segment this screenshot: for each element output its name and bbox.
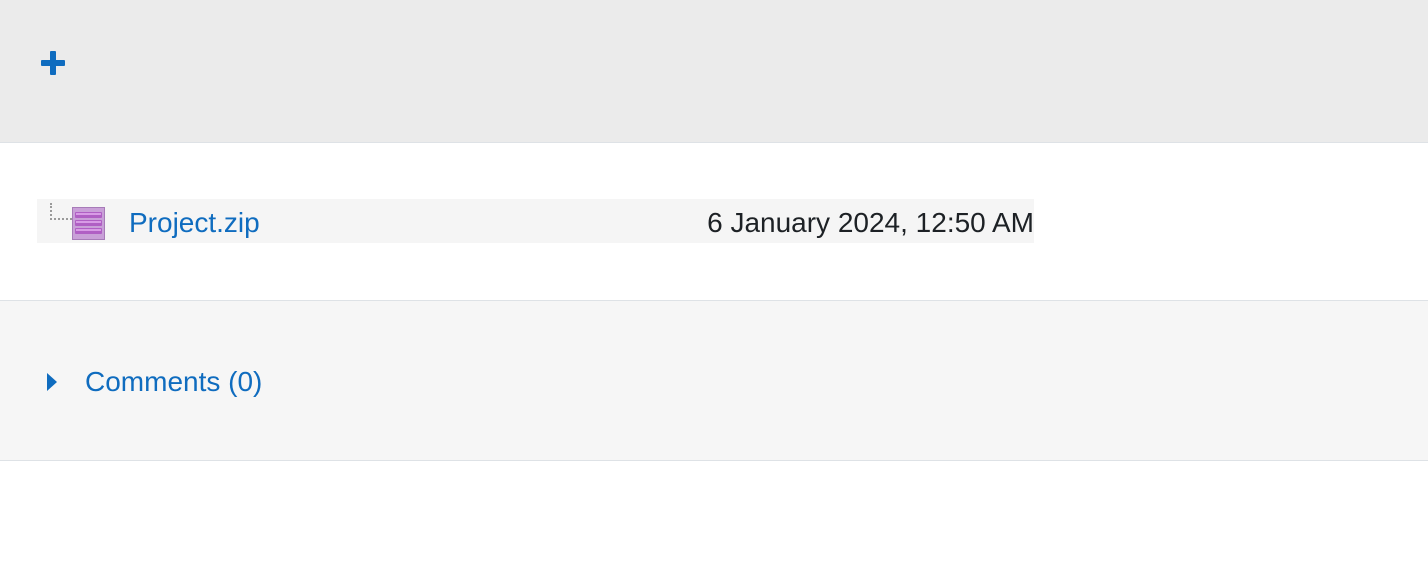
comments-toggle[interactable]: Comments (0) [46, 364, 262, 400]
file-date: 6 January 2024, 12:50 AM [707, 207, 1034, 238]
comments-row: Comments (0) [0, 301, 1428, 461]
submission-panel: Project.zip 6 January 2024, 12:50 AM Com… [0, 0, 1428, 584]
files-row: Project.zip 6 January 2024, 12:50 AM [0, 143, 1428, 301]
caret-right-icon [46, 373, 58, 391]
file-entry: Project.zip 6 January 2024, 12:50 AM [37, 199, 1034, 243]
add-button[interactable] [38, 48, 68, 78]
plus-icon [38, 48, 68, 78]
header-row [0, 0, 1428, 143]
tree-connector [50, 203, 72, 220]
file-link[interactable]: Project.zip [129, 206, 260, 240]
archive-file-icon [72, 207, 105, 240]
comments-link[interactable]: Comments (0) [85, 365, 262, 399]
